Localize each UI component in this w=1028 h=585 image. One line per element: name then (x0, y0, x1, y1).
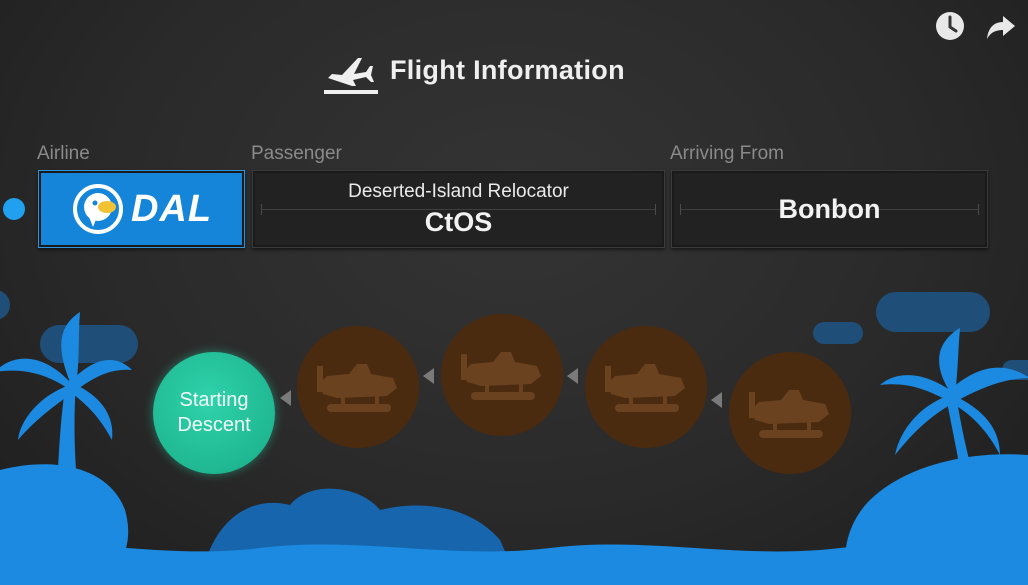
seaplane-icon (749, 390, 829, 438)
cloud (0, 290, 10, 320)
arriving-from-field[interactable]: Bonbon (671, 170, 988, 248)
page-title: Flight Information (390, 54, 625, 85)
seaplane-icon (605, 364, 685, 412)
airline-logo-text: DAL (130, 187, 213, 230)
selection-indicator (3, 198, 25, 220)
passenger-field[interactable]: Deserted-Island Relocator CtOS (252, 170, 665, 248)
progress-arrow-icon (711, 392, 722, 408)
stage-seaplane (585, 326, 707, 448)
stage-seaplane (297, 326, 419, 448)
plane-departure-icon (322, 44, 380, 96)
page-header: Flight Information (322, 44, 625, 96)
cloud (876, 292, 990, 332)
share-icon[interactable] (985, 10, 1017, 42)
passenger-name: CtOS (424, 206, 493, 237)
airline-field[interactable]: DAL (38, 170, 245, 248)
progress-arrow-icon (280, 390, 291, 406)
right-palm (880, 328, 1028, 470)
stage-seaplane (441, 314, 563, 436)
arriving-from-label: Arriving From (670, 143, 785, 164)
stage-label-line2: Descent (177, 414, 251, 436)
progress-arrow-icon (567, 368, 578, 384)
progress-arrow-icon (423, 368, 434, 384)
clock-icon[interactable] (934, 10, 966, 42)
seaplane-icon (461, 352, 541, 400)
passenger-title: Deserted-Island Relocator (348, 180, 569, 202)
sea (0, 543, 1028, 585)
stage-seaplane (729, 352, 851, 474)
dodo-logo-icon (72, 184, 123, 234)
cloud (40, 325, 138, 363)
cloud (813, 322, 863, 344)
passenger-label: Passenger (251, 143, 342, 164)
arriving-from-value: Bonbon (778, 193, 881, 224)
stage-label-line1: Starting (179, 389, 249, 411)
stage-starting-descent: Starting Descent (153, 352, 275, 474)
airline-label: Airline (37, 143, 90, 164)
seaplane-icon (317, 364, 397, 412)
